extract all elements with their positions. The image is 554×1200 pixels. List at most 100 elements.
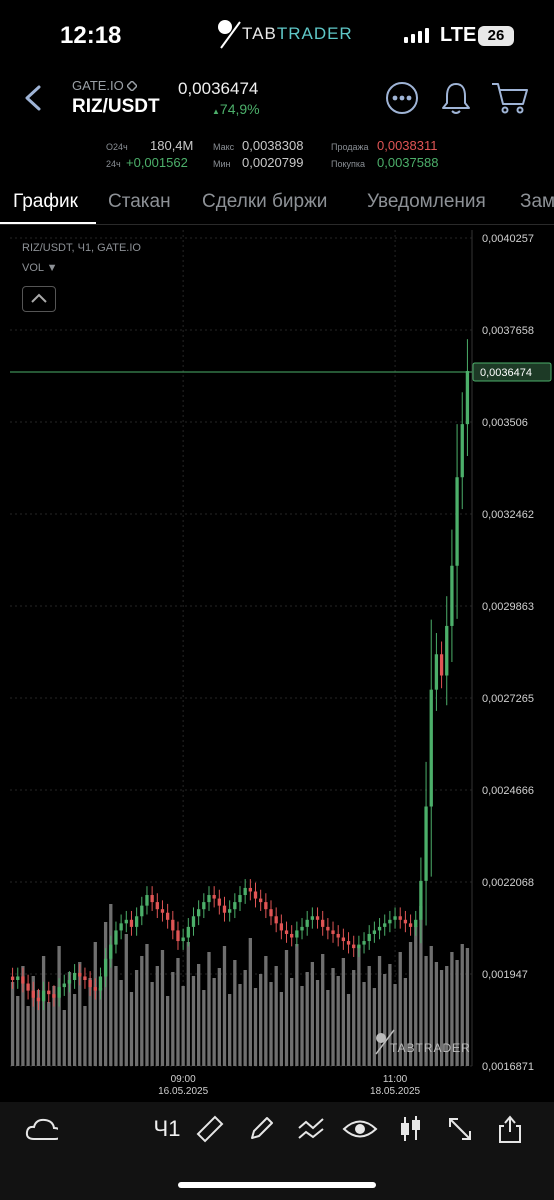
volume-bar xyxy=(326,990,330,1066)
back-arrow-icon[interactable] xyxy=(22,84,44,112)
candle-body xyxy=(264,902,268,910)
expand-icon[interactable] xyxy=(443,1112,477,1146)
x-tick-time: 09:00 xyxy=(171,1074,196,1085)
candle-body xyxy=(424,806,428,881)
candle-body xyxy=(445,625,449,676)
candle-body xyxy=(248,887,252,892)
candle-body xyxy=(377,926,382,931)
bell-icon[interactable] xyxy=(440,80,472,116)
candle-body xyxy=(439,654,444,676)
stat-volume-label: О24ч xyxy=(106,142,128,152)
stat-volume-value: 180,4M xyxy=(150,138,194,153)
volume-bar xyxy=(248,938,252,1066)
candle-body xyxy=(10,976,15,980)
pair-name[interactable]: RIZ/USDT xyxy=(72,96,160,118)
tab-divider xyxy=(0,224,554,225)
candle-body xyxy=(326,926,330,931)
cloud-icon[interactable] xyxy=(24,1112,58,1146)
tab-notes[interactable]: Зам xyxy=(520,191,554,213)
candle-body xyxy=(41,990,46,1002)
home-indicator xyxy=(178,1182,376,1188)
candle-body xyxy=(274,916,278,924)
stat-change-label: 24ч xyxy=(106,159,121,169)
candle-body xyxy=(171,919,175,931)
volume-bar xyxy=(114,966,118,1066)
candles-icon[interactable] xyxy=(393,1112,427,1146)
tab-chart[interactable]: График xyxy=(13,191,78,213)
candle-body xyxy=(72,972,77,980)
candle-body xyxy=(217,898,221,906)
eye-icon[interactable] xyxy=(342,1112,378,1146)
candle-body xyxy=(362,941,366,945)
share-icon[interactable] xyxy=(493,1112,527,1146)
candle-body xyxy=(78,972,82,977)
price-chart[interactable]: 0,0040257 0,0037658 0,003506 0,0032462 0,002… xyxy=(0,230,554,1102)
diamond-icon xyxy=(126,79,139,93)
chart-watermark: TABTRADER xyxy=(390,1041,471,1055)
stat-max-label: Макс xyxy=(213,142,235,152)
volume-bar xyxy=(134,970,139,1066)
candle-body xyxy=(367,933,371,942)
volume-bar xyxy=(140,956,144,1066)
volume-bar xyxy=(310,962,315,1066)
volume-bar xyxy=(196,964,201,1066)
x-tick-date: 18.05.2025 xyxy=(370,1086,420,1097)
chevron-up-icon xyxy=(31,293,47,303)
candle-body xyxy=(450,565,454,626)
volume-bar xyxy=(233,960,237,1066)
volume-bar xyxy=(10,982,15,1066)
ruler-icon[interactable] xyxy=(193,1112,227,1146)
volume-bar xyxy=(83,1006,87,1066)
volume-bar xyxy=(259,974,263,1066)
volume-bar xyxy=(202,990,206,1066)
volume-bar xyxy=(160,950,165,1066)
volume-bar xyxy=(207,952,211,1066)
volume-bar xyxy=(72,994,77,1066)
candle-body xyxy=(57,987,61,998)
volume-indicator-label[interactable]: VOL ▼ xyxy=(22,262,58,274)
candle-body xyxy=(352,944,356,949)
candle-body xyxy=(109,944,113,959)
candle-body xyxy=(455,477,459,566)
volume-bar xyxy=(109,904,113,1066)
volume-bar xyxy=(331,968,335,1066)
candle-body xyxy=(233,902,237,910)
volume-bar xyxy=(305,972,309,1066)
timeframe-button[interactable]: Ч1 xyxy=(150,1112,184,1146)
y-tick-label: 0,0027265 xyxy=(482,693,534,705)
x-tick-date: 16.05.2025 xyxy=(158,1086,208,1097)
volume-bar xyxy=(150,982,154,1066)
candle-body xyxy=(269,909,273,917)
volume-bar xyxy=(290,978,294,1066)
candle-body xyxy=(165,912,170,920)
candle-body xyxy=(279,923,284,931)
indicators-icon[interactable] xyxy=(294,1112,328,1146)
candle-body xyxy=(243,887,247,896)
volume-bar xyxy=(341,958,346,1066)
volume-bar xyxy=(346,994,351,1066)
battery-icon: 26 xyxy=(478,26,514,46)
tab-trades[interactable]: Сделки биржи xyxy=(202,191,327,213)
y-tick-label: 0,0022068 xyxy=(482,877,534,889)
volume-bar xyxy=(191,976,196,1066)
volume-bar xyxy=(336,976,340,1066)
tab-order-book[interactable]: Стакан xyxy=(108,191,171,213)
candle-body xyxy=(186,926,190,938)
volume-bar xyxy=(119,980,123,1066)
volume-bar xyxy=(93,942,97,1066)
tab-alerts[interactable]: Уведомления xyxy=(367,191,486,213)
candle-body xyxy=(310,916,315,920)
more-options-icon[interactable] xyxy=(385,81,419,115)
volume-bar xyxy=(300,986,304,1066)
pencil-icon[interactable] xyxy=(244,1112,278,1146)
volume-bar xyxy=(16,996,20,1066)
volume-bar xyxy=(165,996,170,1066)
volume-bar xyxy=(269,982,273,1066)
volume-bar xyxy=(62,1010,66,1066)
volume-bar xyxy=(315,980,320,1066)
y-tick-label: 0,0024666 xyxy=(482,785,534,797)
cart-icon[interactable] xyxy=(490,80,530,116)
candle-body xyxy=(103,958,108,977)
collapse-indicators-button[interactable] xyxy=(22,286,56,312)
volume-bar xyxy=(274,966,278,1066)
